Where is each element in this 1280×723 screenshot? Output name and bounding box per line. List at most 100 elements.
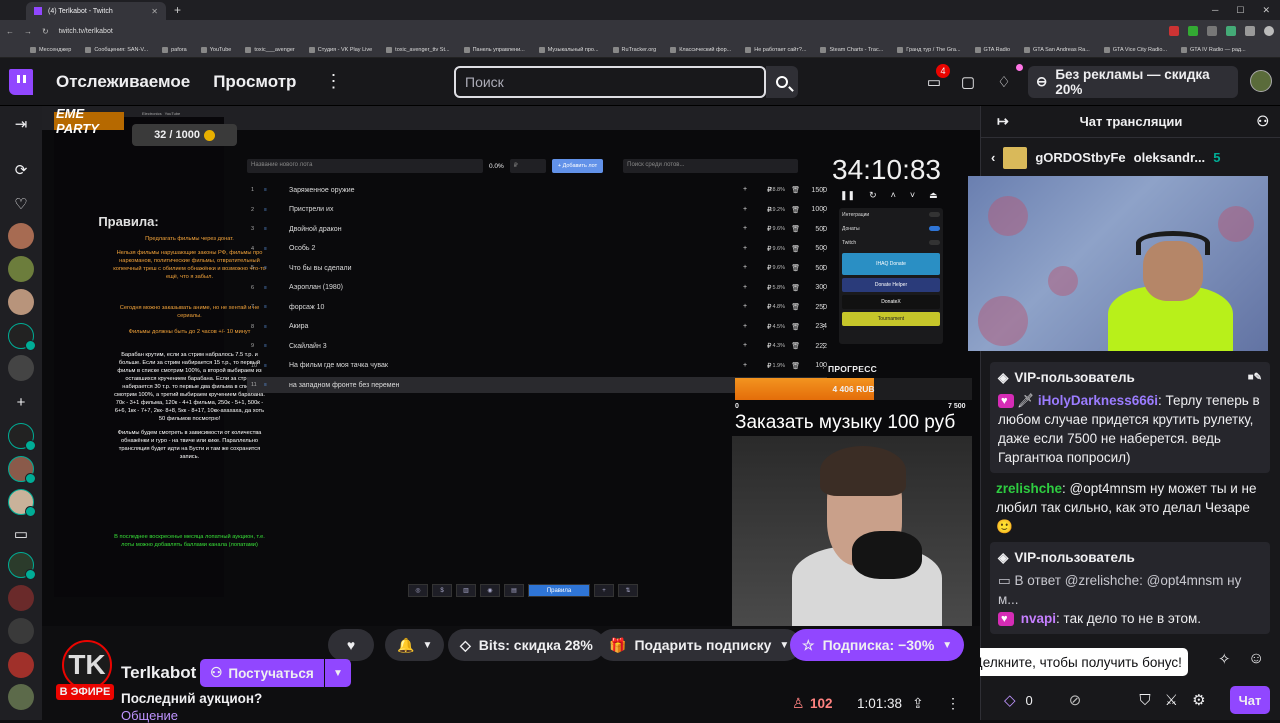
forward-icon[interactable]: → <box>24 27 32 36</box>
followed-channel-avatar[interactable] <box>8 289 34 315</box>
more-menu-icon[interactable]: ⋮ <box>324 71 342 92</box>
emoji-icon[interactable]: ☺ <box>1248 650 1264 668</box>
mod-actions-icon[interactable]: ■✎ <box>1248 368 1262 387</box>
bookmark-item[interactable]: GTA San Andreas Ra... <box>1024 46 1090 53</box>
back-icon[interactable]: ← <box>6 27 14 36</box>
channel-points-icon[interactable]: ◇ <box>1004 691 1016 709</box>
heart-icon[interactable]: ♡ <box>11 194 31 214</box>
share-icon[interactable]: ⇪ <box>912 695 924 712</box>
video-player[interactable]: Electronics YouTube EME PARTY 32 / 1000 П… <box>42 106 980 626</box>
followed-channel-avatar[interactable] <box>8 355 34 381</box>
user-avatar[interactable] <box>1250 70 1272 92</box>
stream-category[interactable]: Общение <box>121 708 178 723</box>
bookmark-item[interactable]: Steam Charts - Trac... <box>820 46 883 53</box>
followed-channel-avatar[interactable] <box>8 489 36 517</box>
followed-channel-avatar[interactable] <box>8 652 34 678</box>
extension-icon[interactable] <box>1207 26 1217 36</box>
new-tab-button[interactable]: + <box>174 3 181 17</box>
followed-channel-avatar[interactable] <box>8 456 36 484</box>
recommended-icon[interactable]: ⟳ <box>11 160 31 180</box>
followed-channel-avatar[interactable] <box>8 256 34 282</box>
bookmark-item[interactable]: Музыкальный про... <box>538 46 599 53</box>
bookmark-item[interactable]: Гранд тур / The Gra... <box>897 46 961 53</box>
followed-channel-avatar[interactable] <box>8 323 36 351</box>
collapse-chat-icon[interactable]: ↦ <box>997 113 1009 130</box>
extension-icon[interactable] <box>1226 26 1236 36</box>
bookmark-item[interactable]: Студия - VK Play Live <box>308 46 372 53</box>
progress-value: 4 406 RUB <box>832 384 875 394</box>
chat-username[interactable]: nvapi <box>1021 611 1056 626</box>
subscribe-button[interactable]: ☆ Подписка: −30% ▼ <box>790 629 965 661</box>
bookmark-item[interactable]: toxic_avenger_ttv St... <box>386 46 450 53</box>
lot-id-icon: ≡ <box>264 382 267 388</box>
turbo-promo-button[interactable]: ⊖ Без рекламы — скидка 20% <box>1016 64 1238 98</box>
bonus-tooltip[interactable]: Щелкните, чтобы получить бонус! <box>964 648 1188 676</box>
whispers-icon[interactable]: ▢ <box>958 72 978 92</box>
bookmark-item[interactable]: GTA IV Radio — рад... <box>1181 46 1246 53</box>
profile-icon[interactable] <box>1264 26 1274 36</box>
crown-icon[interactable]: ♢ <box>994 72 1014 92</box>
close-window-icon[interactable]: ✕ <box>1262 5 1270 16</box>
search-input[interactable]: Поиск <box>454 66 766 98</box>
followed-channel-avatar[interactable] <box>8 423 36 451</box>
minimize-icon[interactable]: ─ <box>1212 5 1218 16</box>
bookmark-item[interactable]: Классический фор... <box>670 46 731 53</box>
add-friend-icon[interactable]: + <box>11 392 31 412</box>
search-button[interactable] <box>766 66 798 98</box>
video-icon[interactable]: ▭ <box>11 524 31 544</box>
lot-row: 7 ≡ форсаж 10 4.8% 250 + ₽ 🗑 ⋮ <box>247 299 827 315</box>
auction-input-bar: Название нового лота 0.0% ₽ + Добавить л… <box>247 158 827 174</box>
bits-button[interactable]: ◇ Bits: скидка 28% <box>448 629 605 661</box>
reload-icon[interactable]: ↻ <box>42 27 49 36</box>
nav-browse[interactable]: Просмотр <box>213 72 296 92</box>
chat-send-button[interactable]: Чат <box>1230 686 1270 714</box>
maximize-icon[interactable]: ☐ <box>1236 5 1244 16</box>
reply-context[interactable]: ▭ В ответ @zrelishche: @opt4mnsm ну м... <box>998 571 1262 609</box>
chat-username[interactable]: zrelishche <box>996 481 1062 496</box>
knock-button[interactable]: ⚇ Постучаться <box>200 659 324 687</box>
bookmark-item[interactable]: Мессенджер <box>30 46 71 53</box>
followed-channel-avatar[interactable] <box>8 684 34 710</box>
bookmark-item[interactable]: GTA Radio <box>974 46 1010 53</box>
mod-tools-icon[interactable]: ⚔ <box>1165 691 1178 709</box>
settings-gear-icon[interactable]: ⚙ <box>1192 691 1205 709</box>
shield-icon[interactable]: ⛉ <box>1139 692 1150 709</box>
followed-channel-avatar[interactable] <box>8 552 36 580</box>
chat-username[interactable]: iHolyDarkness666i <box>1038 393 1158 408</box>
channel-avatar[interactable]: TK <box>62 640 112 690</box>
url-field[interactable]: twitch.tv/terlkabot <box>59 28 1159 35</box>
expand-rail-icon[interactable]: ⇥ <box>11 114 31 134</box>
extension-icon[interactable] <box>1169 26 1179 36</box>
extension-icon[interactable] <box>1245 26 1255 36</box>
gift-sub-button[interactable]: 🎁 Подарить подписку ▼ <box>597 629 802 661</box>
bookmark-item[interactable]: YouTube <box>200 46 231 53</box>
close-tab-icon[interactable]: ✕ <box>151 7 158 16</box>
knock-dropdown[interactable]: ▼ <box>325 659 351 687</box>
extension-icon[interactable] <box>1188 26 1198 36</box>
nav-following[interactable]: Отслеживаемое <box>56 72 190 92</box>
bookmark-item[interactable]: Не работает сайт?... <box>745 46 806 53</box>
more-options-icon[interactable]: ⋮ <box>946 695 960 712</box>
bookmark-item[interactable]: RuTracker.org <box>612 46 656 53</box>
bookmark-item[interactable]: GTA Vice City Radio... <box>1103 46 1167 53</box>
community-icon[interactable]: ⚇ <box>1256 113 1269 130</box>
rule-paragraph: Фильмы будем смотреть в зависимости от к… <box>117 430 262 460</box>
followed-channel-avatar[interactable] <box>8 585 34 611</box>
lot-actions: + ₽ 🗑 ⋮ <box>727 323 827 331</box>
channel-name[interactable]: Terlkabot <box>121 663 196 683</box>
twitch-logo-icon[interactable] <box>9 68 33 95</box>
bookmark-item[interactable]: pafora <box>162 46 187 53</box>
plus-icon: + <box>743 186 748 193</box>
bookmark-favicon-icon <box>1103 46 1110 53</box>
followed-channel-avatar[interactable] <box>8 223 34 249</box>
notifications-button[interactable]: 🔔 ▼ <box>385 629 445 661</box>
claim-bonus-icon[interactable]: ⊘ <box>1069 691 1082 709</box>
prev-icon[interactable]: ‹ <box>991 150 995 165</box>
bookmark-item[interactable]: Панель управлени... <box>463 46 525 53</box>
emote-icon[interactable]: ✧ <box>1218 650 1231 668</box>
followed-channel-avatar[interactable] <box>8 618 34 644</box>
follow-heart-button[interactable]: ♥ <box>328 629 374 661</box>
browser-tab[interactable]: (4) Terlkabot - Twitch ✕ <box>26 2 166 20</box>
bookmark-item[interactable]: toxic___avenger <box>245 46 295 53</box>
bookmark-item[interactable]: Сообщения: SAN-V... <box>85 46 148 53</box>
